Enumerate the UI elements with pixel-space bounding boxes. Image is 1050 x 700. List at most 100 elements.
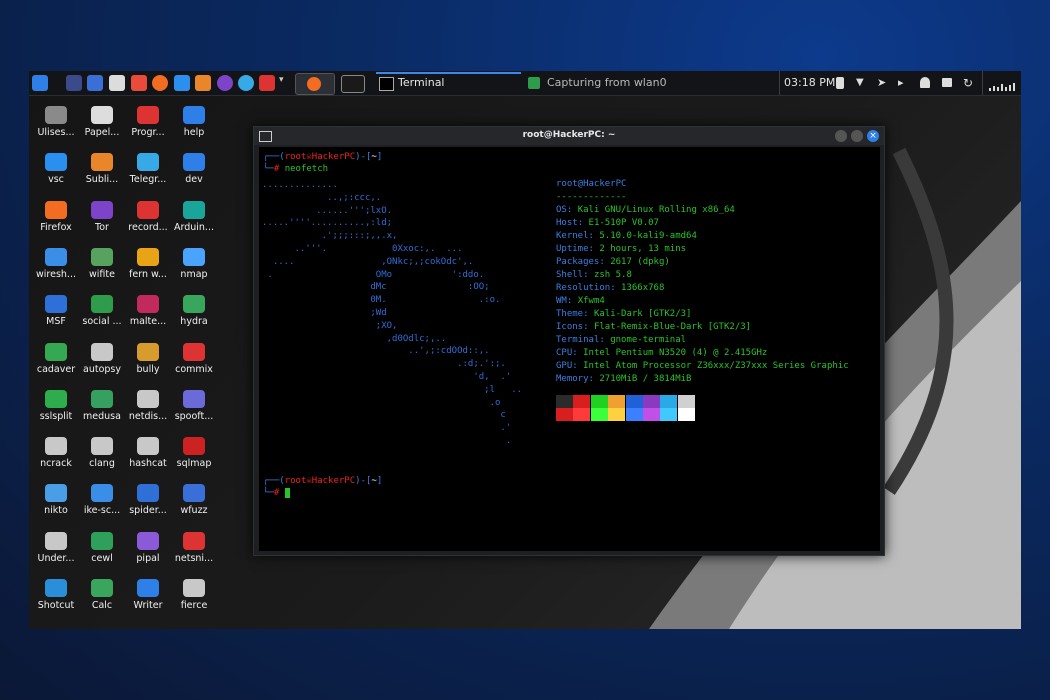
desktop-icon-label: spider... [129,505,167,517]
desktop-icon[interactable]: fern w... [124,242,172,290]
prompt-decoration: ] [376,152,383,162]
desktop-icon[interactable]: vsc [32,147,80,195]
maximize-button[interactable] [851,130,863,142]
ascii-logo-line: .:d;.':;. [262,359,506,370]
info-key: Kernel [556,231,589,241]
desktop-icon-label: nikto [44,505,68,517]
color-swatch [625,408,643,421]
desktop-icon[interactable]: bully [124,337,172,385]
desktop-icon[interactable]: wfuzz [170,478,218,526]
desktop-icon[interactable]: Papel... [78,100,126,148]
info-key: WM [556,296,567,306]
desktop-icon[interactable]: nmap [170,242,218,290]
calc-icon [91,579,113,597]
info-key: Packages [556,257,600,267]
record-icon [137,200,159,219]
ascii-logo-line: .o [262,397,501,408]
ascii-logo-line: ......''';lxO. [262,205,393,216]
desktop-icon[interactable]: Progr... [124,100,172,148]
desktop-icon[interactable]: wifite [78,242,126,290]
desktop-icon[interactable]: ncrack [32,431,80,479]
desktop-icon[interactable]: commix [170,337,218,385]
ssl-icon [45,389,67,408]
info-colon: : [583,322,594,332]
info-key: Resolution [556,283,611,293]
desktop-icon[interactable]: autopsy [78,337,126,385]
desktop-icon[interactable]: Calc [78,573,126,621]
window-titlebar[interactable]: root@HackerPC: ~ × [254,127,884,145]
desktop-icon[interactable]: dev [170,147,218,195]
desktop-icon[interactable]: help [170,100,218,148]
info-key: Icons [556,322,584,332]
desktop-icon-label: Tor [95,221,109,233]
ascii-logo-line: ;l .. [262,384,523,395]
desktop-icon-label: ike-sc... [83,505,121,517]
color-swatch [677,408,695,421]
desktop-icon[interactable]: Subli... [78,147,126,195]
desktop-icon-label: record... [128,221,168,233]
desktop-icon[interactable]: Firefox [32,195,80,243]
neofetch-info-row: WM: Xfwm4 [556,295,605,307]
desktop-icon[interactable]: Ulises... [32,100,80,148]
ascii-logo-line: .............. [262,180,338,190]
desktop-icon[interactable]: fierce [170,573,218,621]
desktop-icon[interactable]: hashcat [124,431,172,479]
telegram-icon [137,153,159,172]
eye-icon [183,247,205,266]
cewl-icon [91,531,113,550]
desktop-icon[interactable]: netdis... [124,384,172,432]
info-colon: : [588,231,600,241]
ascii-logo-line: ,d0Odlc;,.. [262,333,447,344]
ascii-logo-line: ..',;:cdOOd::,. [262,346,490,357]
neofetch-info-row: Shell: zsh 5.8 [556,269,632,281]
prompt-hash: # [273,488,285,498]
desktop-icon[interactable]: Telegr... [124,147,172,195]
desktop-icon[interactable]: Under... [32,526,80,574]
desktop-icon[interactable]: Arduin... [170,195,218,243]
fern-icon [137,247,159,266]
desktop-icon[interactable]: malte... [124,289,172,337]
desktop-icon[interactable]: cadaver [32,337,80,385]
desktop-icon[interactable]: spider... [124,478,172,526]
minimize-button[interactable] [835,130,847,142]
desktop-icon-label: dev [185,174,203,186]
desktop-icon-label: Under... [37,552,75,564]
desktop-icon[interactable]: ike-sc... [78,478,126,526]
desktop-icon[interactable]: MSF [32,289,80,337]
desktop-icon[interactable]: Tor [78,195,126,243]
ascii-logo-line: ..,;:ccc,. [262,192,382,203]
desktop-icon[interactable]: hydra [170,289,218,337]
desktop-icon[interactable]: sqlmap [170,431,218,479]
info-value: E1-510P V0.07 [588,218,659,228]
shotcut-icon [45,579,67,597]
desktop-icon[interactable]: medusa [78,384,126,432]
desktop-icon[interactable]: Writer [124,573,172,621]
desktop-icon[interactable]: pipal [124,526,172,574]
desktop-icon[interactable]: spooft... [170,384,218,432]
info-colon: : [583,270,594,280]
color-swatch [556,395,573,408]
desktop-icon-label: malte... [129,316,167,328]
desktop-icon[interactable]: Shotcut [32,573,80,621]
info-value: 2710MiB / 3814MiB [599,374,692,384]
desktop-icon[interactable]: sslsplit [32,384,80,432]
desktop-icon[interactable]: wiresh... [32,242,80,290]
close-button[interactable]: × [867,130,879,142]
app-icon [45,106,67,124]
terminal-output[interactable]: ┌──(root☠HackerPC)-[~] └─# neofetch......… [259,147,880,551]
color-swatch [625,395,643,408]
info-value: Intel Pentium N3520 (4) @ 2.415GHz [583,348,768,358]
desktop-icon[interactable]: cewl [78,526,126,574]
terminal-window[interactable]: root@HackerPC: ~ × ┌──(root☠HackerPC)-[~… [253,126,885,556]
desktop-icon[interactable]: nikto [32,478,80,526]
desktop-icon[interactable]: social ... [78,289,126,337]
desktop-icon[interactable]: netsni... [170,526,218,574]
desktop-icon[interactable]: clang [78,431,126,479]
desktop-icon-label: cadaver [36,363,76,375]
ncrack-icon [45,437,67,456]
desktop-icon[interactable]: record... [124,195,172,243]
sublime-icon [91,153,113,172]
social-icon [91,295,113,314]
neofetch-info-row: Host: E1-510P V0.07 [556,217,659,229]
neofetch-info-row: OS: Kali GNU/Linux Rolling x86_64 [556,204,735,216]
